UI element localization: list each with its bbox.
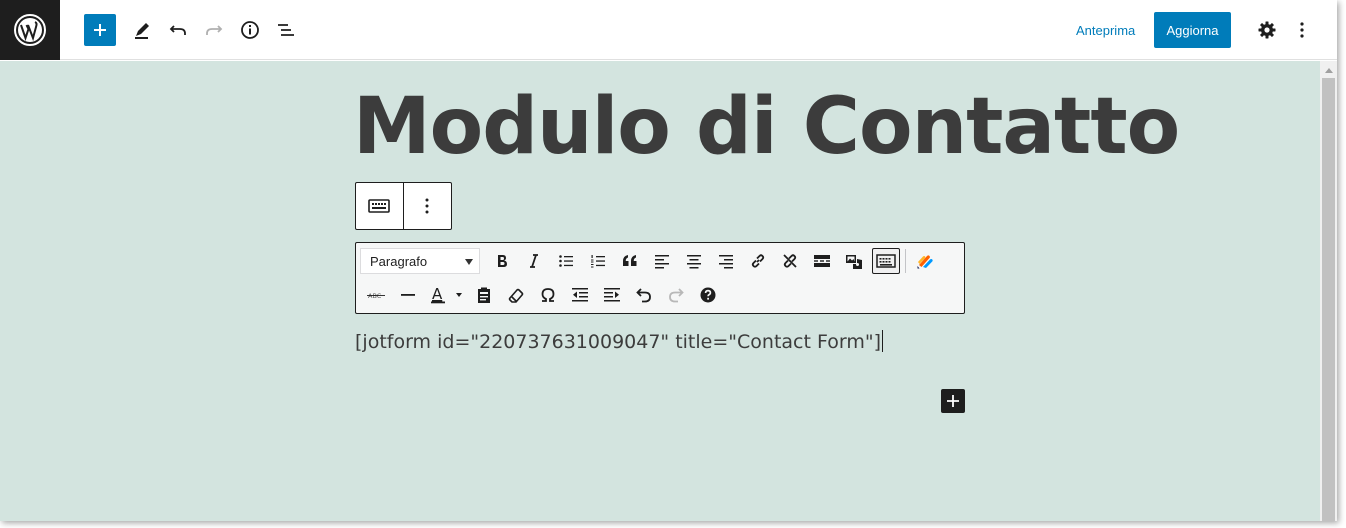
- plus-icon: [94, 24, 106, 36]
- preview-button[interactable]: Anteprima: [1066, 20, 1145, 42]
- redo-icon: [669, 288, 684, 303]
- numbered-list-icon: [591, 255, 605, 268]
- add-media-button[interactable]: [838, 247, 870, 275]
- info-icon: [241, 21, 259, 39]
- more-vertical-icon: [425, 198, 429, 214]
- text-caret: [882, 330, 883, 352]
- bold-button[interactable]: [486, 247, 518, 275]
- outdent-button[interactable]: [564, 281, 596, 309]
- list-view-icon: [278, 24, 294, 36]
- details-button[interactable]: [234, 14, 266, 46]
- insert-link-button[interactable]: [742, 247, 774, 275]
- remove-link-button[interactable]: [774, 247, 806, 275]
- shortcode-text: [jotform id="220737631009047" title="Con…: [355, 331, 881, 353]
- redo-button[interactable]: [198, 14, 230, 46]
- toolbar-row-1: Paragrafo: [360, 246, 941, 276]
- horizontal-rule-icon: [401, 294, 415, 296]
- align-left-icon: [655, 255, 669, 269]
- eraser-icon: [508, 288, 524, 303]
- toolbar-toggle-button[interactable]: [872, 248, 900, 274]
- list-view-button[interactable]: [270, 14, 302, 46]
- horizontal-line-button[interactable]: [392, 281, 424, 309]
- keyboard-shortcuts-button[interactable]: [692, 281, 724, 309]
- keyboard-icon: [876, 254, 896, 268]
- toolbar-row-2: ABC A: [360, 280, 724, 310]
- undo-button[interactable]: [162, 14, 194, 46]
- blockquote-button[interactable]: [614, 247, 646, 275]
- undo-icon: [169, 25, 186, 35]
- more-vertical-icon: [1300, 22, 1304, 38]
- align-right-icon: [719, 255, 733, 269]
- block-options-button[interactable]: [404, 183, 452, 229]
- clipboard-icon: [478, 287, 490, 303]
- strikethrough-button[interactable]: ABC: [360, 281, 392, 309]
- link-icon: [751, 254, 765, 268]
- shortcode-content[interactable]: [jotform id="220737631009047" title="Con…: [355, 330, 883, 353]
- help-icon: [700, 287, 716, 303]
- vertical-scrollbar[interactable]: [1320, 61, 1337, 521]
- format-select-value: Paragrafo: [370, 253, 428, 269]
- chevron-down-icon: [465, 259, 473, 265]
- block-toolbar: [355, 182, 452, 230]
- text-color-button[interactable]: A: [424, 281, 468, 309]
- update-button[interactable]: Aggiorna: [1154, 12, 1231, 48]
- toolbar-separator: [905, 249, 906, 273]
- block-type-button[interactable]: [356, 183, 404, 229]
- paste-as-text-button[interactable]: [468, 281, 500, 309]
- keyboard-icon: [368, 199, 391, 213]
- gear-icon: [1258, 21, 1276, 39]
- wordpress-logo-button[interactable]: [0, 0, 60, 60]
- triangle-up-icon: [1324, 67, 1333, 73]
- undo-icon: [636, 288, 651, 303]
- classic-editor-toolbar: Paragrafo ABC A: [355, 242, 965, 314]
- align-center-icon: [687, 255, 701, 269]
- inline-add-block-button[interactable]: [941, 389, 965, 413]
- post-title[interactable]: Modulo di Contatto: [353, 88, 1180, 166]
- editor-header: Anteprima Aggiorna: [0, 0, 1337, 60]
- numbered-list-button[interactable]: [582, 247, 614, 275]
- jotform-icon: [917, 255, 933, 269]
- indent-button[interactable]: [596, 281, 628, 309]
- align-right-button[interactable]: [710, 247, 742, 275]
- svg-text:ABC: ABC: [368, 292, 382, 300]
- editor-window: Anteprima Aggiorna Modulo di Contatto Pa…: [0, 0, 1337, 521]
- italic-icon: [530, 254, 538, 268]
- pencil-icon: [135, 23, 149, 39]
- italic-button[interactable]: [518, 247, 550, 275]
- classic-redo-button[interactable]: [660, 281, 692, 309]
- plus-icon: [947, 395, 959, 407]
- bold-icon: [498, 255, 507, 267]
- scrollbar-thumb[interactable]: [1322, 78, 1335, 521]
- add-block-button[interactable]: [84, 14, 116, 46]
- jotform-button[interactable]: [909, 247, 941, 275]
- quote-icon: [623, 255, 637, 266]
- insert-more-button[interactable]: [806, 247, 838, 275]
- bullet-list-button[interactable]: [550, 247, 582, 275]
- redo-icon: [206, 25, 223, 35]
- omega-icon: [541, 288, 555, 302]
- wordpress-icon: [14, 14, 46, 46]
- unlink-icon: [783, 254, 797, 268]
- outdent-icon: [572, 288, 588, 302]
- clear-formatting-button[interactable]: [500, 281, 532, 309]
- svg-text:A: A: [432, 285, 443, 303]
- tools-button[interactable]: [126, 14, 158, 46]
- classic-undo-button[interactable]: [628, 281, 660, 309]
- indent-icon: [604, 288, 620, 302]
- align-center-button[interactable]: [678, 247, 710, 275]
- settings-button[interactable]: [1251, 14, 1283, 46]
- special-character-button[interactable]: [532, 281, 564, 309]
- read-more-icon: [814, 255, 830, 267]
- format-select[interactable]: Paragrafo: [360, 248, 480, 274]
- options-menu-button[interactable]: [1286, 14, 1318, 46]
- scroll-up-arrow[interactable]: [1320, 61, 1337, 78]
- strikethrough-icon: ABC: [367, 292, 385, 300]
- media-icon: [846, 255, 862, 269]
- text-color-icon: A: [431, 285, 462, 304]
- bullet-list-icon: [559, 255, 573, 267]
- align-left-button[interactable]: [646, 247, 678, 275]
